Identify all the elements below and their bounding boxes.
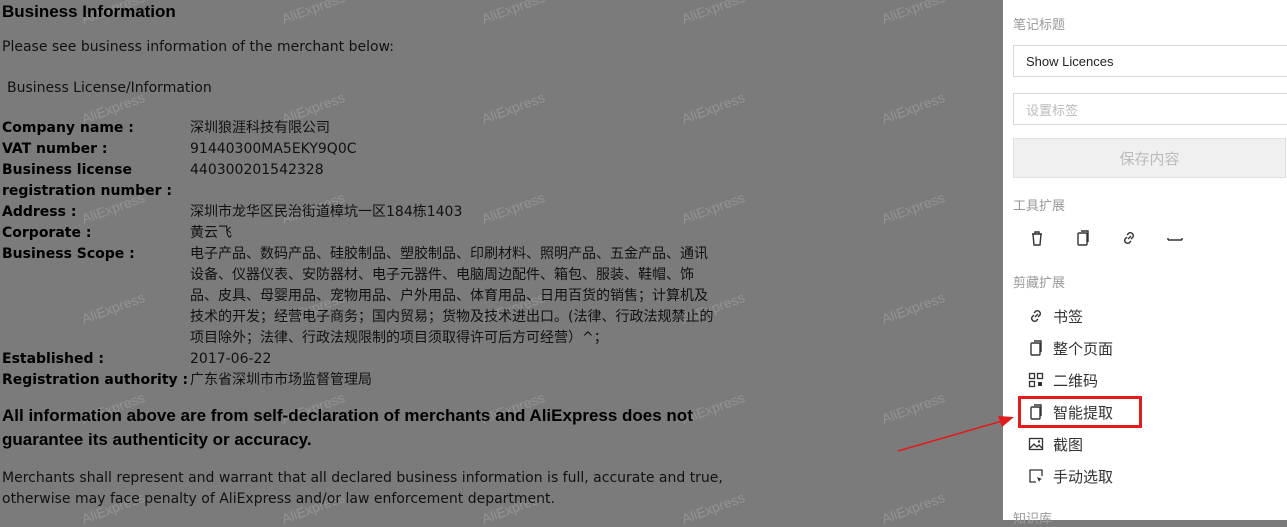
pointer-arrow — [897, 416, 1014, 452]
arrow-line — [897, 420, 1003, 452]
arrow-head — [998, 416, 1014, 427]
